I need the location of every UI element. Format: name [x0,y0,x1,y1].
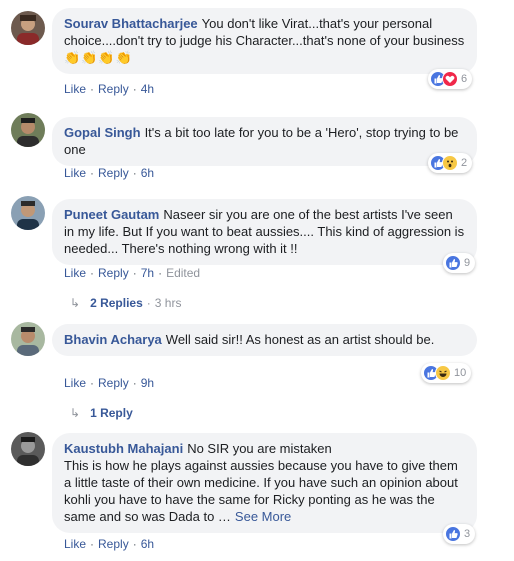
separator: · [90,166,95,180]
view-replies-link[interactable]: ↳ 1 Reply [70,406,133,420]
reaction-count: 9 [464,257,471,269]
separator: · [132,266,137,280]
like-button[interactable]: Like [64,266,86,280]
comment-bubble: Puneet Gautam Naseer sir you are one of t… [52,199,477,265]
comment-actions: Like · Reply · 9h [64,376,154,390]
reaction-summary[interactable]: 9 [443,253,476,273]
separator: · [132,166,137,180]
comment-author[interactable]: Puneet Gautam [64,207,159,222]
comment-actions: Like · Reply · 7h · Edited [64,266,200,280]
reaction-summary[interactable]: 3 [443,524,476,544]
clap-emoji: 👏👏👏👏 [64,50,133,65]
separator: · [90,266,95,280]
comment-author[interactable]: Sourav Bhattacharjee [64,16,198,31]
avatar[interactable] [11,322,45,356]
reaction-summary[interactable]: 2 [428,153,473,173]
like-button[interactable]: Like [64,166,86,180]
reaction-count: 10 [454,367,467,379]
like-button[interactable]: Like [64,537,86,551]
reply-arrow-icon: ↳ [70,296,81,310]
reaction-count: 2 [461,157,468,169]
comment-timestamp[interactable]: 6h [141,537,154,551]
separator: · [158,266,163,280]
like-reaction-icon [445,526,461,542]
view-replies-link[interactable]: ↳ 2 Replies · 3 hrs [70,296,181,310]
avatar[interactable] [11,432,45,466]
comment-actions: Like · Reply · 4h [64,82,154,96]
avatar[interactable] [11,113,45,147]
wow-reaction-icon [442,155,458,171]
replies-age: 3 hrs [154,296,182,310]
comment-bubble: Gopal Singh It's a bit too late for you t… [52,117,477,166]
see-more-link[interactable]: See More [235,509,291,524]
comment-timestamp[interactable]: 9h [141,376,154,390]
like-reaction-icon [445,255,461,271]
separator: · [90,376,95,390]
reply-button[interactable]: Reply [98,537,129,551]
reply-arrow-icon: ↳ [70,406,81,420]
comment-timestamp[interactable]: 7h [141,266,154,280]
comment-timestamp[interactable]: 4h [141,82,154,96]
replies-count: 2 Replies [90,296,143,310]
separator: · [146,296,151,310]
avatar[interactable] [11,11,45,45]
reply-button[interactable]: Reply [98,376,129,390]
comment-bubble: Kaustubh Mahajani No SIR you are mistaken… [52,433,477,533]
separator: · [132,537,137,551]
comment-author[interactable]: Gopal Singh [64,125,141,140]
like-button[interactable]: Like [64,376,86,390]
reply-button[interactable]: Reply [98,82,129,96]
avatar[interactable] [11,196,45,230]
comment-actions: Like · Reply · 6h [64,166,154,180]
replies-count: 1 Reply [90,406,133,420]
reaction-count: 3 [464,528,471,540]
edited-label: Edited [166,266,201,280]
reaction-count: 6 [461,73,468,85]
comment-author[interactable]: Bhavin Acharya [64,332,162,347]
reaction-summary[interactable]: 10 [421,363,472,383]
reaction-summary[interactable]: 6 [428,69,473,89]
comment-timestamp[interactable]: 6h [141,166,154,180]
like-button[interactable]: Like [64,82,86,96]
comment-author[interactable]: Kaustubh Mahajani [64,441,183,456]
reply-button[interactable]: Reply [98,266,129,280]
comment-text: Well said sir!! As honest as an artist s… [165,332,435,347]
comment-bubble: Bhavin Acharya Well said sir!! As honest … [52,324,477,356]
separator: · [132,376,137,390]
separator: · [90,82,95,96]
comment-bubble: Sourav Bhattacharjee You don't like Virat… [52,8,477,74]
separator: · [132,82,137,96]
separator: · [90,537,95,551]
love-reaction-icon [442,71,458,87]
comment-actions: Like · Reply · 6h [64,537,154,551]
haha-reaction-icon [435,365,451,381]
reply-button[interactable]: Reply [98,166,129,180]
